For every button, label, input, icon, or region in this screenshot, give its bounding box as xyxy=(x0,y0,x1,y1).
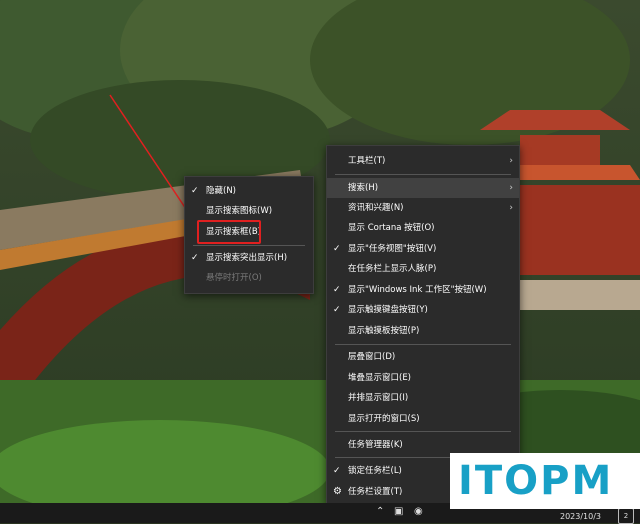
notification-center-icon[interactable]: 2 xyxy=(618,508,634,524)
chevron-up-icon[interactable]: ⌃ xyxy=(376,506,384,517)
chevron-right-icon: › xyxy=(509,183,513,193)
app-tray-icon[interactable]: ▣ xyxy=(394,506,403,517)
watermark-logo: ITOPM xyxy=(450,453,640,509)
menu-item-cortana-button[interactable]: 显示 Cortana 按钮(O) xyxy=(327,218,519,238)
menu-item-touchpad[interactable]: 显示触摸板按钮(P) xyxy=(327,321,519,341)
checkmark-icon: ✓ xyxy=(333,285,341,295)
chevron-right-icon: › xyxy=(509,203,513,213)
checkmark-icon: ✓ xyxy=(333,244,341,254)
annotation-highlight-box xyxy=(197,220,261,244)
clock-date[interactable]: 2023/10/3 xyxy=(560,512,601,521)
menu-separator xyxy=(193,245,305,246)
chevron-right-icon: › xyxy=(509,156,513,166)
menu-separator xyxy=(335,431,511,432)
watermark-text: ITOPM xyxy=(458,458,614,504)
gear-icon: ⚙ xyxy=(333,486,342,497)
submenu-item-open-on-hover: 悬停时打开(O) xyxy=(206,273,262,283)
menu-item-news-interests[interactable]: 资讯和兴趣(N) › xyxy=(327,198,519,218)
menu-separator xyxy=(335,344,511,345)
submenu-item-show-search-highlights[interactable]: ✓ 显示搜索突出显示(H) xyxy=(185,248,313,268)
checkmark-icon: ✓ xyxy=(333,466,341,476)
network-icon[interactable]: ◉ xyxy=(414,506,423,517)
checkmark-icon: ✓ xyxy=(333,305,341,315)
menu-item-side-by-side[interactable]: 并排显示窗口(I) xyxy=(327,388,519,408)
taskbar-context-menu: 工具栏(T) › 搜索(H) › 资讯和兴趣(N) › 显示 Cortana 按… xyxy=(326,145,520,505)
menu-item-touch-keyboard[interactable]: ✓ 显示触摸键盘按钮(Y) xyxy=(327,300,519,320)
menu-separator xyxy=(335,174,511,175)
checkmark-icon: ✓ xyxy=(191,186,199,196)
menu-item-people[interactable]: 在任务栏上显示人脉(P) xyxy=(327,259,519,279)
menu-item-task-view-button[interactable]: ✓ 显示"任务视图"按钮(V) xyxy=(327,239,519,259)
menu-item-search[interactable]: 搜索(H) › xyxy=(327,178,519,198)
menu-item-show-desktop-windows[interactable]: 显示打开的窗口(S) xyxy=(327,409,519,429)
submenu-item-hide[interactable]: ✓ 隐藏(N) xyxy=(185,181,313,201)
menu-item-stack[interactable]: 堆叠显示窗口(E) xyxy=(327,368,519,388)
menu-item-task-manager[interactable]: 任务管理器(K) xyxy=(327,435,519,455)
menu-item-toolbars[interactable]: 工具栏(T) › xyxy=(327,151,519,171)
menu-item-windows-ink[interactable]: ✓ 显示"Windows Ink 工作区"按钮(W) xyxy=(327,280,519,300)
menu-item-cascade[interactable]: 层叠窗口(D) xyxy=(327,347,519,367)
desktop-wallpaper xyxy=(0,0,640,523)
submenu-item-show-search-icon[interactable]: 显示搜索图标(W) xyxy=(185,201,313,221)
checkmark-icon: ✓ xyxy=(191,253,199,263)
